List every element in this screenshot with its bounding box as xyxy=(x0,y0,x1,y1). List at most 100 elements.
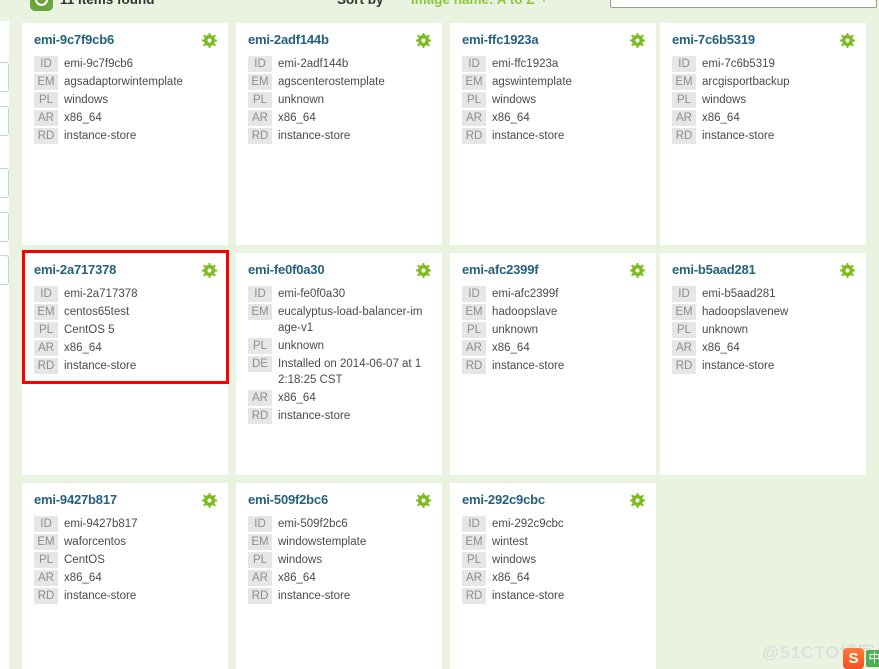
image-attribute-value: emi-2a717378 xyxy=(64,288,138,300)
image-attribute-value: x86_64 xyxy=(492,342,530,354)
image-card[interactable]: emi-2a717378 ID emi-2a717378 EM centos65test… xyxy=(22,253,228,475)
image-attribute-row: AR x86_64 xyxy=(34,110,216,126)
image-card-title[interactable]: emi-fe0f0a30 xyxy=(248,262,430,277)
image-attribute-value: unknown xyxy=(702,324,749,336)
image-attribute-value: emi-b5aad281 xyxy=(702,288,776,300)
image-attribute-list: ID emi-9c7f9cb6 EM agsadaptorwintemplate PL w… xyxy=(34,56,216,144)
search-box[interactable] xyxy=(610,0,877,8)
image-attribute-key: EM xyxy=(34,304,58,320)
image-card[interactable]: emi-b5aad281 ID emi-b5aad281 EM hadoopslaven… xyxy=(660,253,866,475)
sidebar-filter-widget[interactable] xyxy=(0,255,9,285)
image-card-title[interactable]: emi-509f2bc6 xyxy=(248,492,430,507)
gear-icon[interactable] xyxy=(839,262,856,279)
image-attribute-value: hadoopslavenew xyxy=(702,306,789,318)
image-attribute-key: ID xyxy=(34,286,58,302)
image-attribute-list: ID emi-9427b817 EM waforcentos PL CentOS AR x86… xyxy=(34,516,216,604)
gear-icon[interactable] xyxy=(201,262,218,279)
image-card[interactable]: emi-ffc1923a ID emi-ffc1923a EM agswintempla… xyxy=(450,23,656,245)
image-attribute-key: ID xyxy=(672,56,696,72)
gear-icon[interactable] xyxy=(415,262,432,279)
image-attribute-value: emi-7c6b5319 xyxy=(702,58,775,70)
image-attribute-value: x86_64 xyxy=(64,572,102,584)
image-attribute-value: emi-9427b817 xyxy=(64,518,138,530)
image-attribute-value: x86_64 xyxy=(492,112,530,124)
image-attribute-row: PL unknown xyxy=(248,338,430,354)
image-attribute-key: RD xyxy=(462,128,486,144)
search-input[interactable] xyxy=(611,0,876,7)
image-attribute-key: RD xyxy=(34,588,58,604)
image-card-title[interactable]: emi-2a717378 xyxy=(34,262,216,277)
image-attribute-key: AR xyxy=(462,110,486,126)
image-attribute-value: emi-292c9cbc xyxy=(492,518,564,530)
gear-icon[interactable] xyxy=(201,492,218,509)
image-card[interactable]: emi-292c9cbc ID emi-292c9cbc EM wintest PL win… xyxy=(450,483,656,669)
image-attribute-value: emi-9c7f9cb6 xyxy=(64,58,134,70)
image-attribute-key: RD xyxy=(462,588,486,604)
image-attribute-list: ID emi-509f2bc6 EM windowstemplate PL windows… xyxy=(248,516,430,604)
image-card[interactable]: emi-9c7f9cb6 ID emi-9c7f9cb6 EM agsadaptorwi… xyxy=(22,23,228,245)
image-attribute-key: PL xyxy=(462,552,486,568)
gear-icon[interactable] xyxy=(629,32,646,49)
image-attribute-row: PL CentOS xyxy=(34,552,216,568)
image-attribute-value: instance-store xyxy=(278,130,351,142)
image-card-title[interactable]: emi-2adf144b xyxy=(248,32,430,47)
image-card-title[interactable]: emi-7c6b5319 xyxy=(672,32,854,47)
image-card-title[interactable]: emi-292c9cbc xyxy=(462,492,644,507)
image-attribute-key: ID xyxy=(248,286,272,302)
image-attribute-value: x86_64 xyxy=(278,392,316,404)
gear-icon[interactable] xyxy=(415,492,432,509)
gear-icon[interactable] xyxy=(415,32,432,49)
gear-icon[interactable] xyxy=(839,32,856,49)
image-attribute-value: emi-ffc1923a xyxy=(492,58,559,70)
image-attribute-value: windows xyxy=(278,554,323,566)
image-attribute-key: RD xyxy=(34,358,58,374)
image-attribute-value: emi-509f2bc6 xyxy=(278,518,348,530)
image-attribute-key: ID xyxy=(34,516,58,532)
image-attribute-value: agsadaptorwintemplate xyxy=(64,76,183,88)
sidebar-filter-widget[interactable] xyxy=(0,106,9,136)
gear-icon[interactable] xyxy=(629,492,646,509)
image-attribute-row: RD instance-store xyxy=(248,128,430,144)
gear-icon[interactable] xyxy=(201,32,218,49)
image-card[interactable]: emi-fe0f0a30 ID emi-fe0f0a30 EM eucalyptus-l… xyxy=(236,253,442,475)
image-card[interactable]: emi-509f2bc6 ID emi-509f2bc6 EM windowstempl… xyxy=(236,483,442,669)
image-attribute-key: AR xyxy=(34,570,58,586)
image-card[interactable]: emi-9427b817 ID emi-9427b817 EM waforcentos P… xyxy=(22,483,228,669)
image-card[interactable]: emi-2adf144b ID emi-2adf144b EM agscenterost… xyxy=(236,23,442,245)
image-attribute-list: ID emi-2adf144b EM agscenterostemplate PL unk… xyxy=(248,56,430,144)
image-attribute-key: AR xyxy=(462,340,486,356)
image-card-title[interactable]: emi-afc2399f xyxy=(462,262,644,277)
image-attribute-row: RD instance-store xyxy=(672,128,854,144)
image-attribute-value: instance-store xyxy=(702,130,775,142)
image-attribute-row: PL windows xyxy=(672,92,854,108)
image-card[interactable]: emi-7c6b5319 ID emi-7c6b5319 EM arcgisportba… xyxy=(660,23,866,245)
sidebar-filter-widget[interactable] xyxy=(0,168,9,198)
image-attribute-row: AR x86_64 xyxy=(462,110,644,126)
image-attribute-value: instance-store xyxy=(278,590,351,602)
image-card-title[interactable]: emi-9427b817 xyxy=(34,492,216,507)
image-attribute-row: EM waforcentos xyxy=(34,534,216,550)
image-attribute-key: EM xyxy=(34,74,58,90)
image-attribute-value: instance-store xyxy=(492,590,565,602)
image-card-title[interactable]: emi-b5aad281 xyxy=(672,262,854,277)
sidebar-filter-widget[interactable] xyxy=(0,62,9,92)
image-card[interactable]: emi-afc2399f ID emi-afc2399f EM hadoopslave P… xyxy=(450,253,656,475)
image-attribute-value: x86_64 xyxy=(702,342,740,354)
image-attribute-key: AR xyxy=(248,110,272,126)
image-attribute-value: x86_64 xyxy=(492,572,530,584)
image-attribute-row: EM agswintemplate xyxy=(462,74,644,90)
image-attribute-row: RD instance-store xyxy=(672,358,854,374)
sort-by-dropdown[interactable]: Image name: A to Z xyxy=(411,0,535,7)
image-attribute-key: RD xyxy=(34,128,58,144)
image-attribute-row: ID emi-fe0f0a30 xyxy=(248,286,430,302)
check-circle-icon xyxy=(30,0,53,11)
image-attribute-key: PL xyxy=(462,322,486,338)
image-card-title[interactable]: emi-9c7f9cb6 xyxy=(34,32,216,47)
image-attribute-value: windows xyxy=(64,94,109,106)
chevron-down-icon[interactable]: ▼ xyxy=(539,0,549,5)
image-attribute-row: EM agsadaptorwintemplate xyxy=(34,74,216,90)
image-card-title[interactable]: emi-ffc1923a xyxy=(462,32,644,47)
sidebar-filter-widget[interactable] xyxy=(0,212,9,242)
image-attribute-value: windows xyxy=(492,554,537,566)
gear-icon[interactable] xyxy=(629,262,646,279)
